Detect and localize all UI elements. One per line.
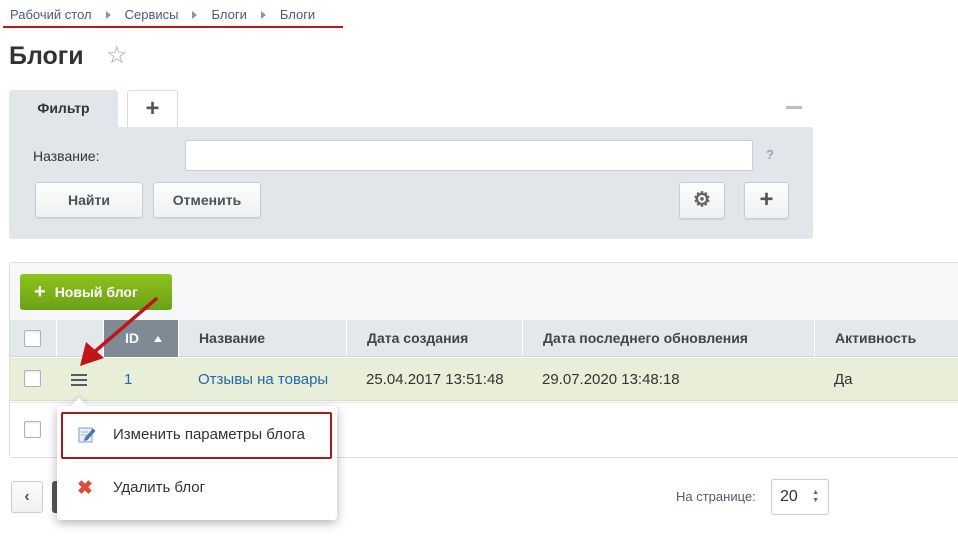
column-header-active[interactable]: Активность: [814, 320, 958, 357]
breadcrumb-annotation-underline: [3, 26, 343, 28]
add-field-button[interactable]: +: [744, 182, 789, 219]
context-menu-divider: [70, 462, 325, 463]
settings-button[interactable]: ⚙: [679, 182, 725, 219]
row-active: Да: [834, 371, 853, 388]
help-icon[interactable]: ?: [766, 147, 774, 162]
breadcrumb-separator-icon: [105, 10, 111, 19]
breadcrumb-item-blogs-current[interactable]: Блоги: [280, 7, 315, 22]
per-page-select[interactable]: 20 ▲ ▼: [771, 479, 829, 515]
breadcrumb-item-blogs[interactable]: Блоги: [211, 7, 246, 22]
select-all-checkbox[interactable]: [24, 330, 41, 347]
plus-icon: +: [34, 281, 46, 303]
delete-icon: ✖: [77, 478, 93, 499]
row-name-link[interactable]: Отзывы на товары: [198, 358, 328, 401]
cancel-button[interactable]: Отменить: [153, 182, 261, 218]
column-header-created[interactable]: Дата создания: [346, 320, 522, 357]
row-actions-menu-icon[interactable]: [71, 374, 87, 389]
page-title: Блоги: [9, 42, 84, 70]
minimize-icon[interactable]: [786, 106, 802, 109]
row-created: 25.04.2017 13:51:48: [366, 371, 504, 388]
name-filter-input[interactable]: [185, 140, 753, 171]
row-checkbox[interactable]: [24, 370, 41, 387]
prev-page-button[interactable]: ‹: [11, 481, 43, 513]
add-filter-tab-button[interactable]: +: [127, 90, 178, 127]
actions-column-header: [56, 320, 103, 357]
breadcrumb-separator-icon: [260, 10, 266, 19]
row-id[interactable]: 1: [124, 358, 132, 401]
column-header-name[interactable]: Название: [178, 320, 346, 357]
breadcrumb-item-desktop[interactable]: Рабочий стол: [10, 7, 92, 22]
chevron-left-icon: ‹: [24, 488, 30, 505]
footer-checkbox[interactable]: [24, 421, 41, 438]
breadcrumb: Рабочий стол Сервисы Блоги Блоги: [10, 7, 315, 22]
annotation-highlight-box: [61, 412, 332, 459]
select-arrows-icon: ▲ ▼: [812, 489, 819, 504]
breadcrumb-item-services[interactable]: Сервисы: [125, 7, 179, 22]
new-blog-button[interactable]: + Новый блог: [20, 274, 172, 310]
delete-blog-menu-item[interactable]: Удалить блог: [57, 466, 337, 510]
find-button[interactable]: Найти: [35, 182, 143, 218]
per-page-label: На странице:: [676, 489, 756, 504]
row-updated: 29.07.2020 13:48:18: [542, 371, 680, 388]
filter-tab[interactable]: Фильтр: [9, 90, 118, 130]
gear-icon: ⚙: [693, 189, 711, 211]
per-page-value: 20: [780, 488, 798, 505]
sort-ascending-icon: [154, 336, 162, 342]
new-blog-label: Новый блог: [54, 284, 138, 300]
column-header-id[interactable]: ID: [103, 320, 178, 357]
breadcrumb-separator-icon: [192, 10, 198, 19]
name-field-label: Название:: [33, 148, 100, 164]
star-icon[interactable]: ☆: [106, 44, 128, 68]
column-header-updated[interactable]: Дата последнего обновления: [522, 320, 814, 357]
